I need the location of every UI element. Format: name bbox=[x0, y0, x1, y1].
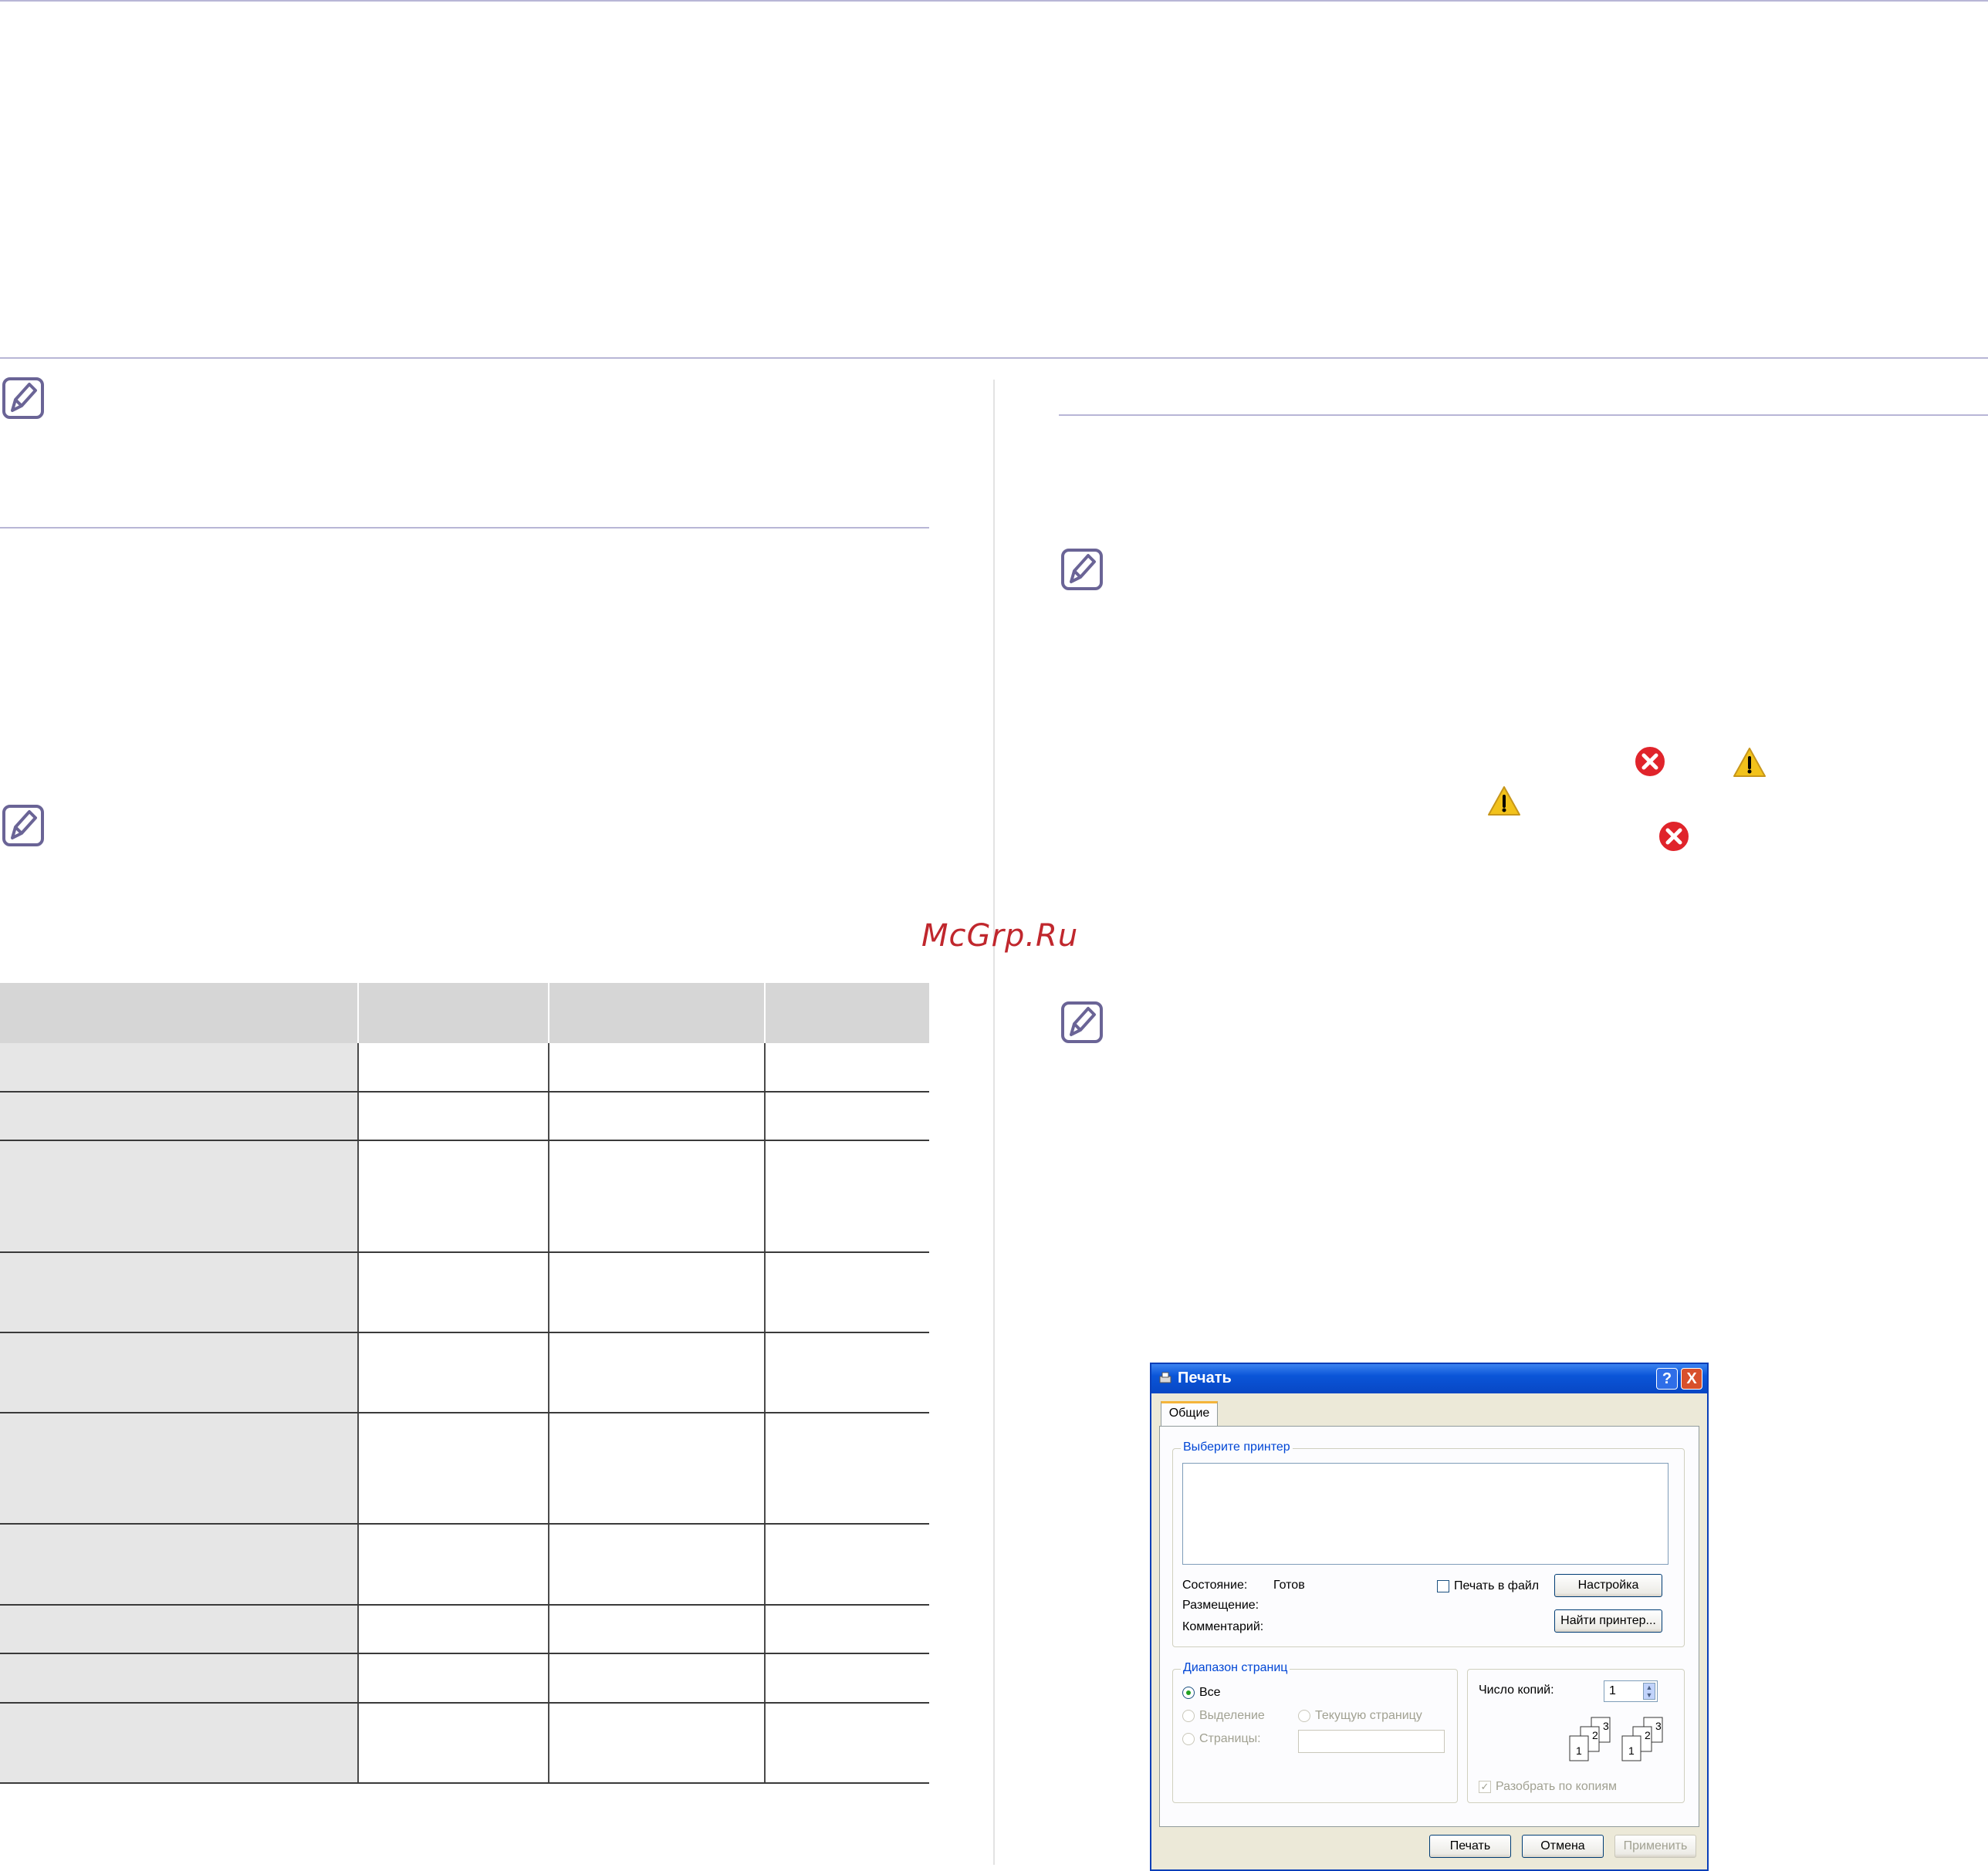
copies-group: Число копий: 1 ▲ ▼ 3 2 1 3 2 1 ✓ Разобра… bbox=[1467, 1669, 1685, 1803]
print-dialog: Печать ? X Общие Выберите принтер Состоя… bbox=[1150, 1363, 1709, 1871]
table-row bbox=[0, 1413, 929, 1525]
note-icon bbox=[2, 804, 45, 847]
range-pages-label: Страницы: bbox=[1199, 1732, 1261, 1745]
specs-table bbox=[0, 983, 929, 1784]
collate-label: Разобрать по копиям bbox=[1496, 1780, 1617, 1793]
warning-icon bbox=[1486, 784, 1522, 819]
cancel-button[interactable]: Отмена bbox=[1522, 1835, 1604, 1858]
status-value: Готов bbox=[1273, 1579, 1305, 1592]
table-row bbox=[0, 1333, 929, 1413]
error-icon bbox=[1632, 744, 1668, 779]
dialog-titlebar: Печать ? X bbox=[1151, 1364, 1707, 1393]
tab-panel: Выберите принтер Состояние: Готов Размещ… bbox=[1159, 1426, 1699, 1827]
location-label: Размещение: bbox=[1182, 1599, 1259, 1612]
table-row bbox=[0, 1704, 929, 1784]
copies-input[interactable]: 1 ▲ ▼ bbox=[1604, 1680, 1658, 1702]
range-current-label: Текущую страницу bbox=[1315, 1709, 1422, 1722]
table-row bbox=[0, 1606, 929, 1654]
collate-pages-icon: 3 2 1 3 2 1 bbox=[1565, 1716, 1665, 1767]
section-rule-left bbox=[0, 527, 929, 529]
header-rule bbox=[0, 357, 1988, 359]
print-button[interactable]: Печать bbox=[1429, 1835, 1511, 1858]
collate-page-number: 1 bbox=[1576, 1744, 1582, 1757]
page-range-group: Диапазон страниц Все Выделение Текущую с… bbox=[1172, 1661, 1458, 1803]
printer-icon bbox=[1158, 1370, 1173, 1386]
note-icon bbox=[2, 377, 45, 420]
range-all-label: Все bbox=[1199, 1686, 1221, 1699]
collate-page-number: 1 bbox=[1628, 1744, 1635, 1757]
table-row bbox=[0, 1043, 929, 1093]
table-row bbox=[0, 1253, 929, 1333]
find-printer-button[interactable]: Найти принтер... bbox=[1554, 1609, 1662, 1633]
spinner-icon[interactable]: ▲ ▼ bbox=[1643, 1683, 1655, 1700]
section-rule-right bbox=[1059, 414, 1988, 416]
table-row bbox=[0, 1525, 929, 1606]
range-selection-label: Выделение bbox=[1199, 1709, 1265, 1722]
page-range-legend: Диапазон страниц bbox=[1181, 1661, 1290, 1675]
collate-page-number: 3 bbox=[1655, 1720, 1662, 1732]
collate-checkbox[interactable]: ✓ bbox=[1479, 1781, 1491, 1793]
table-row bbox=[0, 1654, 929, 1704]
top-rule bbox=[0, 0, 1988, 2]
collate-page-number: 2 bbox=[1645, 1729, 1651, 1741]
range-all-radio[interactable] bbox=[1182, 1687, 1195, 1699]
error-icon bbox=[1656, 819, 1692, 854]
table-header-row bbox=[0, 983, 929, 1043]
printer-list[interactable] bbox=[1182, 1463, 1668, 1565]
range-pages-radio[interactable] bbox=[1182, 1733, 1195, 1745]
collate-page-number: 2 bbox=[1592, 1729, 1598, 1741]
comment-label: Комментарий: bbox=[1182, 1620, 1264, 1633]
warning-icon bbox=[1732, 745, 1767, 781]
tab-general[interactable]: Общие bbox=[1161, 1401, 1218, 1426]
help-button[interactable]: ? bbox=[1656, 1368, 1678, 1390]
apply-button[interactable]: Применить bbox=[1614, 1835, 1696, 1858]
setup-button[interactable]: Настройка bbox=[1554, 1574, 1662, 1597]
close-button[interactable]: X bbox=[1681, 1368, 1702, 1390]
copies-label: Число копий: bbox=[1479, 1684, 1554, 1697]
select-printer-group: Выберите принтер Состояние: Готов Размещ… bbox=[1172, 1440, 1685, 1647]
table-row bbox=[0, 1141, 929, 1253]
status-label: Состояние: bbox=[1182, 1579, 1248, 1592]
collate-page-number: 3 bbox=[1603, 1720, 1609, 1732]
watermark: McGrp.Ru bbox=[921, 918, 1079, 954]
print-to-file-checkbox[interactable] bbox=[1437, 1580, 1449, 1592]
note-icon bbox=[1060, 548, 1104, 591]
note-icon bbox=[1060, 1001, 1104, 1044]
column-divider bbox=[993, 380, 995, 1865]
print-to-file-label: Печать в файл bbox=[1454, 1579, 1540, 1592]
range-current-radio[interactable] bbox=[1298, 1710, 1310, 1722]
select-printer-legend: Выберите принтер bbox=[1181, 1440, 1293, 1454]
pages-input[interactable] bbox=[1298, 1730, 1445, 1753]
range-selection-radio[interactable] bbox=[1182, 1710, 1195, 1722]
table-row bbox=[0, 1093, 929, 1141]
copies-value: 1 bbox=[1609, 1684, 1616, 1697]
dialog-title: Печать bbox=[1178, 1369, 1232, 1386]
